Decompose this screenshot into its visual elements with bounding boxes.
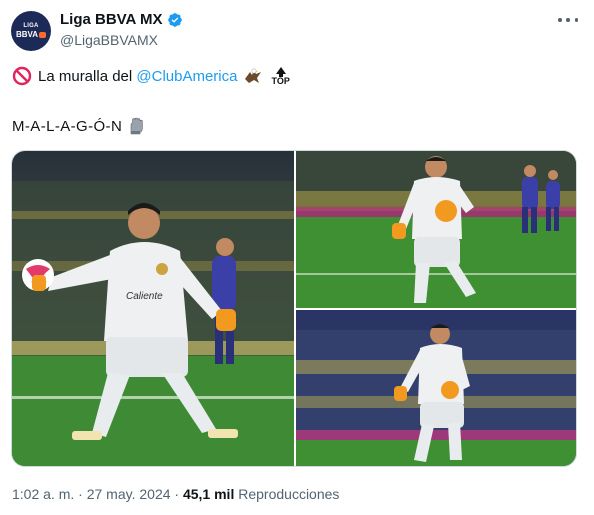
handle[interactable]: @LigaBBVAMX <box>60 32 158 48</box>
tweet-text-malagon: M-A-L-A-G-Ó-N <box>12 117 123 135</box>
views-label: Reproducciones <box>238 486 340 502</box>
photo-1[interactable]: Caliente <box>12 151 294 466</box>
avatar[interactable]: LIGA BBVA <box>11 11 51 51</box>
meta-separator: · <box>78 486 83 502</box>
verified-badge-icon[interactable] <box>167 12 183 28</box>
avatar-liga-text: LIGA <box>23 23 39 29</box>
no-entry-icon <box>12 66 32 86</box>
meta-separator: · <box>174 486 180 502</box>
jersey-sponsor-text: Caliente <box>126 291 163 302</box>
tweet-text-line2: M-A-L-A-G-Ó-N <box>12 116 146 136</box>
more-options-icon[interactable] <box>558 12 578 28</box>
glove-icon <box>130 117 143 135</box>
tweet-text-prefix: La muralla del <box>38 67 137 85</box>
mention-link[interactable]: @ClubAmerica <box>136 68 237 85</box>
tweet-time[interactable]: 1:02 a. m. <box>12 486 74 502</box>
tweet-text-line1: La muralla del @ClubAmerica TOP <box>12 66 290 86</box>
name-row: Liga BBVA MX <box>60 11 183 28</box>
tweet-meta: 1:02 a. m. · 27 may. 2024 · 45,1 mil Rep… <box>12 486 339 502</box>
tweet-card: LIGA BBVA Liga BBVA MX @LigaBBVAMX La mu… <box>0 0 594 515</box>
avatar-bbva-text: BBVA <box>16 30 47 39</box>
display-name[interactable]: Liga BBVA MX <box>60 11 163 28</box>
tweet-date[interactable]: 27 may. 2024 <box>87 486 171 502</box>
photo-3[interactable] <box>296 310 576 466</box>
views-count: 45,1 mil <box>182 486 235 502</box>
top-emoji-text: TOP <box>271 75 290 86</box>
eagle-icon <box>245 68 262 83</box>
top-arrow-icon: TOP <box>271 66 290 86</box>
photo-2[interactable] <box>296 151 576 308</box>
media-grid: Caliente <box>11 150 577 467</box>
